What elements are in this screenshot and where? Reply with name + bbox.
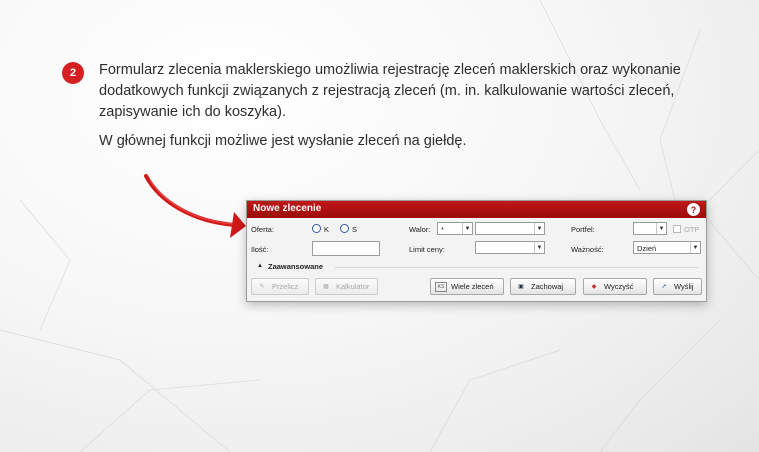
portfel-label: Portfel: xyxy=(571,225,595,234)
oferta-s-radio[interactable] xyxy=(340,224,349,233)
chevron-down-icon: ▼ xyxy=(534,223,544,234)
wyslij-label: Wyślij xyxy=(674,282,694,291)
ilosc-label: Ilość: xyxy=(251,245,269,254)
chevron-down-icon: ▼ xyxy=(690,242,700,253)
wyczysc-button[interactable]: ◆ Wyczyść xyxy=(583,278,647,295)
walor-prefix: * xyxy=(441,225,444,234)
zachowaj-label: Zachowaj xyxy=(531,282,564,291)
wyczysc-label: Wyczyść xyxy=(604,282,634,291)
chevron-down-icon: ▼ xyxy=(656,223,666,234)
oferta-label: Oferta: xyxy=(251,225,274,234)
description-paragraph-2: W głównej funkcji możliwe jest wysłanie … xyxy=(99,133,467,149)
description-line: Formularz zlecenia maklerskiego umożliwi… xyxy=(99,62,681,78)
walor-label: Walor: xyxy=(409,225,431,234)
save-icon: ▣ xyxy=(518,284,524,290)
calculator-icon: ▦ xyxy=(323,284,329,290)
walor-select[interactable]: ▼ xyxy=(475,222,545,235)
zachowaj-button[interactable]: ▣ Zachowaj xyxy=(510,278,576,295)
step-number-badge: 2 xyxy=(62,62,84,84)
oferta-s-label: S xyxy=(352,225,358,234)
red-arrow-icon xyxy=(144,174,246,238)
oferta-k-label: K xyxy=(324,225,330,234)
walor-market-select[interactable]: * ▼ xyxy=(437,222,473,235)
description-paragraph: Formularz zlecenia maklerskiego umożliwi… xyxy=(99,60,699,123)
order-form-dialog: Nowe zlecenie ? Oferta: K S Walor: * ▼ ▼… xyxy=(246,200,707,302)
otp-checkbox[interactable] xyxy=(673,225,681,233)
portfel-select[interactable]: ▼ xyxy=(633,222,667,235)
oferta-k-radio[interactable] xyxy=(312,224,321,233)
waznosc-value: Dzień xyxy=(637,244,657,253)
chevron-down-icon: ▼ xyxy=(462,223,472,234)
dialog-title: Nowe zlecenie xyxy=(253,203,322,214)
pencil-icon: ✎ xyxy=(259,284,265,290)
waznosc-select[interactable]: Dzień ▼ xyxy=(633,241,701,254)
otp-label: OTP xyxy=(684,225,700,234)
wyslij-button[interactable]: ➚ Wyślij xyxy=(653,278,702,295)
wiele-zlecen-button[interactable]: KS Wiele zleceń xyxy=(430,278,504,295)
limit-ceny-select[interactable]: ▼ xyxy=(475,241,545,254)
waznosc-label: Ważność: xyxy=(571,245,604,254)
description-line: dodatkowych funkcji związanych z rejestr… xyxy=(99,83,675,99)
limit-ceny-label: Limit ceny: xyxy=(409,245,445,254)
chevron-down-icon: ▼ xyxy=(534,242,544,253)
kalkulator-label: Kalkulator xyxy=(336,282,370,291)
help-icon[interactable]: ? xyxy=(687,203,700,216)
kalkulator-button[interactable]: ▦ Kalkulator xyxy=(315,278,378,295)
dialog-titlebar: Nowe zlecenie ? xyxy=(247,201,706,218)
divider xyxy=(335,267,698,268)
multi-order-icon: KS xyxy=(435,281,447,292)
eraser-icon: ◆ xyxy=(591,284,597,290)
ilosc-input[interactable] xyxy=(312,241,380,256)
description-line: zapisywanie ich do koszyka). xyxy=(99,104,286,120)
przelicz-button[interactable]: ✎ Przelicz xyxy=(251,278,309,295)
wiele-zlecen-label: Wiele zleceń xyxy=(451,282,494,291)
advanced-toggle[interactable]: Zaawansowane xyxy=(268,262,323,271)
triangle-up-icon[interactable]: ▲ xyxy=(257,263,263,269)
przelicz-label: Przelicz xyxy=(272,282,299,291)
send-icon: ➚ xyxy=(661,284,667,290)
